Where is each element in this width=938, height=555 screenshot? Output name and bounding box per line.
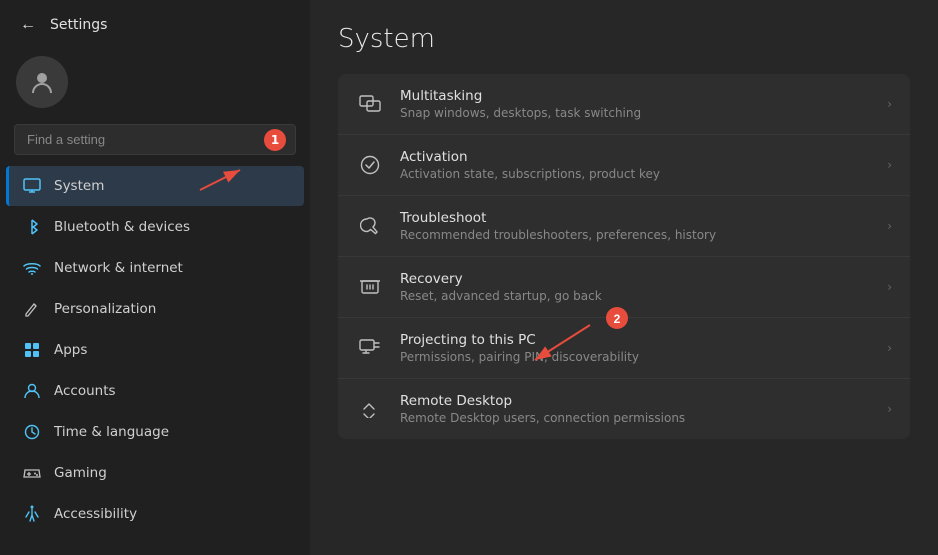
sidebar-item-label-bluetooth: Bluetooth & devices	[54, 219, 190, 235]
troubleshoot-title: Troubleshoot	[400, 210, 871, 226]
remote-desktop-desc: Remote Desktop users, connection permiss…	[400, 411, 871, 425]
annotation-badge-1: 1	[264, 129, 286, 151]
sidebar: ← Settings 1 System	[0, 0, 310, 555]
settings-item-activation[interactable]: Activation Activation state, subscriptio…	[338, 135, 910, 196]
remote-desktop-chevron: ›	[887, 402, 892, 416]
multitasking-title: Multitasking	[400, 88, 871, 104]
network-icon	[22, 258, 42, 278]
multitasking-text: Multitasking Snap windows, desktops, tas…	[400, 88, 871, 120]
sidebar-item-system[interactable]: System	[6, 166, 304, 206]
avatar[interactable]	[16, 56, 68, 108]
personalization-icon	[22, 299, 42, 319]
activation-text: Activation Activation state, subscriptio…	[400, 149, 871, 181]
activation-desc: Activation state, subscriptions, product…	[400, 167, 871, 181]
projecting-text: Projecting to this PC Permissions, pairi…	[400, 332, 871, 364]
sidebar-item-label-accounts: Accounts	[54, 383, 116, 399]
sidebar-item-time[interactable]: Time & language	[6, 412, 304, 452]
settings-item-remote-desktop[interactable]: Remote Desktop Remote Desktop users, con…	[338, 379, 910, 439]
sidebar-item-apps[interactable]: Apps	[6, 330, 304, 370]
troubleshoot-text: Troubleshoot Recommended troubleshooters…	[400, 210, 871, 242]
settings-group: Multitasking Snap windows, desktops, tas…	[338, 74, 910, 439]
settings-item-multitasking[interactable]: Multitasking Snap windows, desktops, tas…	[338, 74, 910, 135]
activation-title: Activation	[400, 149, 871, 165]
projecting-title: Projecting to this PC	[400, 332, 871, 348]
search-bar-container: 1	[14, 124, 296, 155]
sidebar-item-label-accessibility: Accessibility	[54, 506, 137, 522]
sidebar-item-accounts[interactable]: Accounts	[6, 371, 304, 411]
recovery-desc: Reset, advanced startup, go back	[400, 289, 871, 303]
troubleshoot-desc: Recommended troubleshooters, preferences…	[400, 228, 871, 242]
projecting-desc: Permissions, pairing PIN, discoverabilit…	[400, 350, 871, 364]
troubleshoot-chevron: ›	[887, 219, 892, 233]
system-icon	[22, 176, 42, 196]
sidebar-item-label-time: Time & language	[54, 424, 169, 440]
bluetooth-icon	[22, 217, 42, 237]
multitasking-desc: Snap windows, desktops, task switching	[400, 106, 871, 120]
sidebar-title: Settings	[50, 17, 107, 33]
recovery-title: Recovery	[400, 271, 871, 287]
recovery-icon	[356, 273, 384, 301]
search-input[interactable]	[14, 124, 296, 155]
nav-list: System Bluetooth & devices Network &	[0, 165, 310, 555]
sidebar-item-label-personalization: Personalization	[54, 301, 156, 317]
recovery-chevron: ›	[887, 280, 892, 294]
sidebar-item-label-network: Network & internet	[54, 260, 183, 276]
projecting-icon	[356, 334, 384, 362]
activation-chevron: ›	[887, 158, 892, 172]
sidebar-item-label-system: System	[54, 178, 104, 194]
sidebar-item-network[interactable]: Network & internet	[6, 248, 304, 288]
settings-item-recovery[interactable]: Recovery Reset, advanced startup, go bac…	[338, 257, 910, 318]
sidebar-item-bluetooth[interactable]: Bluetooth & devices	[6, 207, 304, 247]
sidebar-item-label-gaming: Gaming	[54, 465, 107, 481]
apps-icon	[22, 340, 42, 360]
accessibility-icon	[22, 504, 42, 524]
remote-desktop-text: Remote Desktop Remote Desktop users, con…	[400, 393, 871, 425]
time-icon	[22, 422, 42, 442]
troubleshoot-icon	[356, 212, 384, 240]
back-button[interactable]: ←	[16, 12, 40, 38]
activation-icon	[356, 151, 384, 179]
avatar-section	[0, 46, 310, 120]
sidebar-item-personalization[interactable]: Personalization	[6, 289, 304, 329]
page-title: System	[338, 24, 910, 54]
accounts-icon	[22, 381, 42, 401]
recovery-text: Recovery Reset, advanced startup, go bac…	[400, 271, 871, 303]
settings-item-projecting[interactable]: Projecting to this PC Permissions, pairi…	[338, 318, 910, 379]
remote-desktop-icon	[356, 395, 384, 423]
multitasking-icon	[356, 90, 384, 118]
projecting-chevron: ›	[887, 341, 892, 355]
multitasking-chevron: ›	[887, 97, 892, 111]
settings-item-troubleshoot[interactable]: Troubleshoot Recommended troubleshooters…	[338, 196, 910, 257]
main-content: System Multitasking Snap windows, deskto…	[310, 0, 938, 555]
gaming-icon	[22, 463, 42, 483]
remote-desktop-title: Remote Desktop	[400, 393, 871, 409]
sidebar-item-gaming[interactable]: Gaming	[6, 453, 304, 493]
sidebar-header: ← Settings	[0, 0, 310, 46]
sidebar-item-label-apps: Apps	[54, 342, 87, 358]
sidebar-item-accessibility[interactable]: Accessibility	[6, 494, 304, 534]
